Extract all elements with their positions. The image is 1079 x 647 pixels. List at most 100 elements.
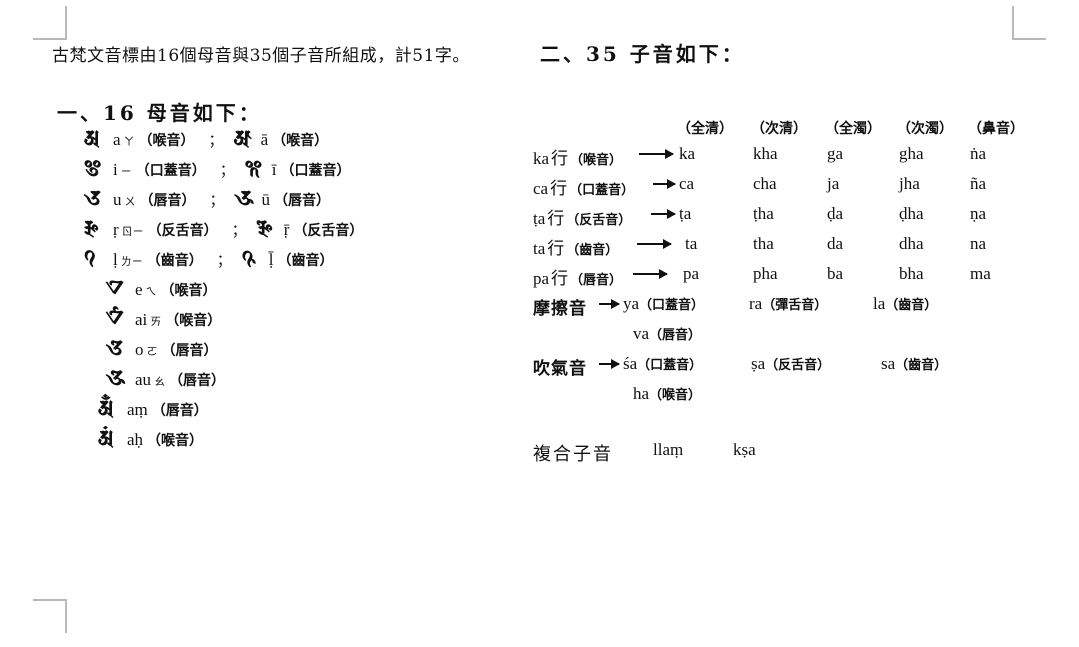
column-header: （次濁） bbox=[897, 121, 953, 137]
vowel-place: （喉音） bbox=[160, 283, 217, 299]
vowel-place: （口蓋音） bbox=[135, 163, 206, 179]
vowel-place: （反舌音） bbox=[293, 223, 364, 239]
section-two-heading: 二、35 子音如下： bbox=[540, 42, 745, 66]
vowel-bopomofo: ㄟ bbox=[145, 285, 157, 298]
consonant-row: ta 行（齒音） ta tha da dha na bbox=[533, 232, 1053, 262]
section-one-heading: 一、16 母音如下： bbox=[57, 101, 262, 125]
vowel-latin: i bbox=[113, 160, 118, 179]
aspirate-item: sa（齒音） bbox=[881, 354, 947, 374]
vowel-separator: ； bbox=[231, 221, 247, 239]
vowel-bopomofo: ㄛ bbox=[146, 345, 158, 358]
row-label: ca 行（口蓋音） bbox=[533, 174, 634, 199]
vowel-latin: au bbox=[135, 370, 152, 389]
vowel-pair-long: 𑖉 ḹ （齒音） bbox=[242, 248, 334, 270]
column-header: （全清） bbox=[677, 121, 733, 137]
row-place: （唇音） bbox=[570, 273, 623, 288]
consonant-cell: cha bbox=[753, 174, 777, 193]
arrow-icon bbox=[653, 179, 676, 189]
vowel-place: （喉音） bbox=[138, 133, 195, 149]
consonant-cell: pa bbox=[683, 264, 700, 283]
consonant-cell: ga bbox=[827, 144, 844, 163]
vowel-row: 𑖂 i ㄧ （口蓋音） ； 𑖃 ī （口蓋音） bbox=[84, 158, 504, 188]
vowel-bopomofo: ㄠ bbox=[154, 375, 166, 388]
consonant-table: （全清） （次清） （全濁） （次濁） （鼻音） ka 行（喉音） ka kha … bbox=[533, 118, 1053, 468]
fricative-place: （唇音） bbox=[649, 328, 702, 343]
row-hang: 行 bbox=[551, 269, 569, 289]
row-place: （齒音） bbox=[566, 243, 619, 258]
vowel-place: （唇音） bbox=[139, 193, 196, 209]
vowel-row: 𑖍 au ㄠ （唇音） bbox=[84, 368, 504, 398]
consonant-cell: da bbox=[827, 234, 844, 253]
vowel-row: 𑖄 u ㄨ （唇音） ； 𑖅 ū （唇音） bbox=[84, 188, 504, 218]
row-hang: 行 bbox=[551, 149, 569, 169]
fricative-item: ya（口蓋音） bbox=[623, 294, 704, 314]
vowel-place: （口蓋音） bbox=[280, 163, 351, 179]
intro-line: 古梵文音標由16個母音與35個子音所組成，計51字。 bbox=[52, 46, 470, 66]
vowel-place: （反舌音） bbox=[147, 223, 218, 239]
vowel-bopomofo: ㄚ bbox=[123, 135, 135, 148]
vowel-row: 𑖀𑖼 aṃ （唇音） bbox=[84, 398, 504, 428]
fricative-place: （口蓋音） bbox=[639, 298, 705, 313]
consonant-cell: ṅa bbox=[970, 144, 987, 163]
row-series: ta bbox=[533, 239, 546, 258]
column-header: （全濁） bbox=[825, 121, 881, 137]
aspirate-letter: ha bbox=[633, 384, 650, 403]
row-series: ka bbox=[533, 149, 550, 168]
aspirate-place: （齒音） bbox=[895, 358, 948, 373]
siddham-glyph: 𑖌 bbox=[106, 336, 123, 360]
fricative-letter: ya bbox=[623, 294, 640, 313]
vowel-separator: ； bbox=[219, 161, 235, 179]
row-series: pa bbox=[533, 269, 550, 288]
aspirate-letter: ṣa bbox=[751, 354, 766, 373]
row-place: （口蓋音） bbox=[569, 183, 635, 198]
vowel-bopomofo: ㄌㄧ bbox=[120, 255, 143, 268]
fricative-letter: va bbox=[633, 324, 650, 343]
vowel-pair-long: 𑖁 ā （喉音） bbox=[234, 128, 329, 150]
siddham-glyph: 𑖀𑖼 bbox=[98, 396, 115, 420]
fricative-place: （齒音） bbox=[885, 298, 938, 313]
arrow-icon bbox=[633, 269, 668, 279]
vowel-latin: ū bbox=[261, 190, 271, 209]
vowel-latin: ṝ bbox=[283, 220, 290, 239]
vowel-separator: ； bbox=[216, 251, 232, 269]
consonant-cell: gha bbox=[899, 144, 924, 163]
consonant-cell: ba bbox=[827, 264, 844, 283]
siddham-glyph: 𑖇 bbox=[256, 216, 273, 240]
vowel-row: 𑖋 ai ㄞ （喉音） bbox=[84, 308, 504, 338]
row-place: （反舌音） bbox=[566, 213, 632, 228]
vowel-place: （喉音） bbox=[272, 133, 329, 149]
vowel-latin: aṃ bbox=[127, 400, 148, 419]
vowel-pair-long: 𑖅 ū （唇音） bbox=[235, 188, 331, 210]
siddham-glyph: 𑖋 bbox=[106, 306, 124, 330]
vowel-place: （齒音） bbox=[277, 253, 334, 269]
aspirate-item: ha（喉音） bbox=[633, 384, 701, 404]
vowel-place: （齒音） bbox=[146, 253, 203, 269]
vowel-bopomofo: ㄧ bbox=[120, 165, 132, 178]
vowel-bopomofo: ㄨ bbox=[124, 195, 136, 208]
aspirate-continuation-row: ha（喉音） bbox=[533, 382, 1053, 412]
row-series: ṭa bbox=[533, 209, 546, 228]
consonant-cell: tha bbox=[753, 234, 774, 253]
vowel-latin: aḥ bbox=[127, 430, 144, 449]
consonant-row: ka 行（喉音） ka kha ga gha ṅa bbox=[533, 142, 1053, 172]
siddham-glyph: 𑖈 bbox=[84, 246, 96, 270]
crop-mark-top-left bbox=[33, 6, 67, 40]
vowel-pair-long: 𑖇 ṝ （反舌音） bbox=[257, 218, 364, 240]
arrow-icon bbox=[599, 359, 620, 369]
vowel-place: （唇音） bbox=[161, 343, 218, 359]
aspirate-item: ṣa（反舌音） bbox=[751, 354, 830, 374]
vowel-latin: ai bbox=[135, 310, 148, 329]
row-hang: 行 bbox=[550, 179, 568, 199]
siddham-glyph: 𑖉 bbox=[241, 246, 256, 270]
row-hang: 行 bbox=[547, 209, 565, 229]
vowel-list: 𑖀 a ㄚ （喉音） ； 𑖁 ā （喉音） 𑖂 i ㄧ （口蓋音） ； 𑖃 ī … bbox=[84, 128, 504, 458]
column-header: （次清） bbox=[751, 121, 807, 137]
siddham-glyph: 𑖍 bbox=[106, 366, 126, 390]
consonant-cell: ḍha bbox=[899, 204, 924, 223]
row-label: ka 行（喉音） bbox=[533, 144, 622, 169]
vowel-row: 𑖊 e ㄟ （喉音） bbox=[84, 278, 504, 308]
column-header: （鼻音） bbox=[968, 121, 1024, 137]
vowel-separator: ； bbox=[208, 131, 224, 149]
vowel-latin: a bbox=[113, 130, 121, 149]
consonant-cell: ma bbox=[970, 264, 991, 283]
